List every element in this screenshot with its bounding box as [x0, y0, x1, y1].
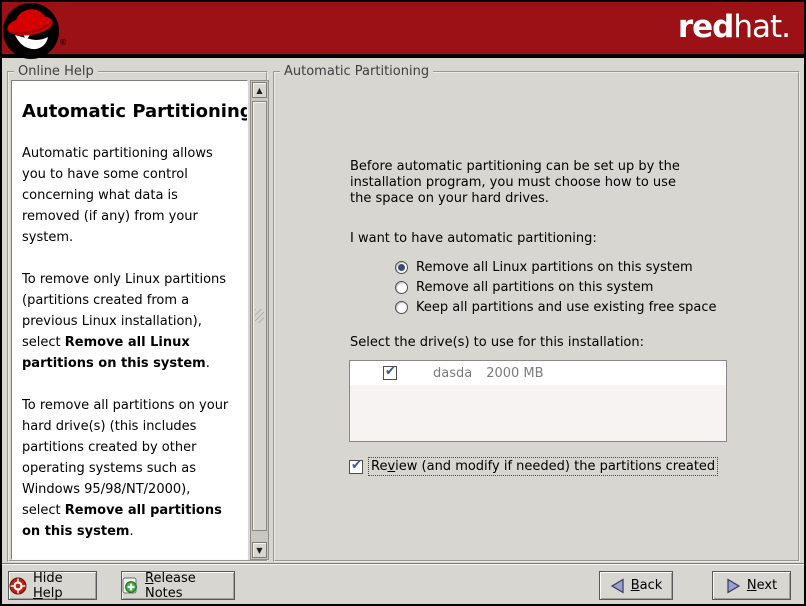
- back-button[interactable]: Back: [599, 571, 673, 600]
- radio-remove-all-partitions[interactable]: Remove all partitions on this system: [395, 279, 653, 295]
- automatic-partitioning-frame: Automatic Partitioning Before automatic …: [273, 71, 800, 562]
- radio-keep-all-partitions[interactable]: Keep all partitions and use existing fre…: [395, 299, 716, 315]
- brand-light: hat.: [733, 9, 790, 45]
- arrow-left-icon: [610, 578, 625, 594]
- scrollbar-thumb[interactable]: [252, 101, 267, 531]
- top-banner: redhat.: [2, 2, 804, 58]
- automatic-partitioning-frame-label: Automatic Partitioning: [280, 64, 433, 79]
- partitioning-prompt: I want to have automatic partitioning:: [350, 231, 597, 247]
- online-help-frame-label: Online Help: [14, 64, 98, 79]
- review-checkbox[interactable]: [349, 460, 363, 474]
- footer-bar: Hide Help Release Notes Back: [2, 563, 804, 604]
- redhat-wordmark: redhat.: [678, 9, 790, 45]
- arrow-right-icon: [726, 578, 741, 594]
- scroll-down-icon[interactable]: ▼: [252, 542, 267, 558]
- help-text-area: Automatic Partitioning Automatic partiti…: [11, 80, 248, 560]
- document-plus-icon: [122, 577, 139, 595]
- next-button[interactable]: Next: [712, 571, 791, 600]
- intro-text: Before automatic partitioning can be set…: [350, 159, 680, 207]
- review-partitions-option[interactable]: Review (and modify if needed) the partit…: [349, 457, 718, 476]
- radio-button-icon[interactable]: [395, 301, 408, 314]
- help-title: Automatic Partitioning: [22, 101, 237, 122]
- radio-button-icon[interactable]: [395, 281, 408, 294]
- hide-help-label: Hide Help: [33, 571, 96, 601]
- brand-bold: red: [678, 9, 734, 45]
- hide-help-button[interactable]: Hide Help: [8, 571, 97, 600]
- life-preserver-icon: [9, 577, 27, 595]
- help-scrollbar[interactable]: ▲ ▼: [250, 80, 269, 560]
- drive-size: 2000 MB: [486, 366, 543, 381]
- back-label: Back: [631, 578, 663, 593]
- installer-window: redhat. ® Online Help Automatic Partitio…: [0, 0, 806, 606]
- release-notes-label: Release Notes: [145, 571, 234, 601]
- help-paragraph-1: Automatic partitioning allows you to hav…: [22, 143, 237, 248]
- review-checkbox-label[interactable]: Review (and modify if needed) the partit…: [368, 457, 718, 476]
- drive-list[interactable]: dasda 2000 MB: [349, 360, 727, 442]
- help-paragraph-2: To remove only Linux partitions (partiti…: [22, 269, 237, 374]
- release-notes-button[interactable]: Release Notes: [121, 571, 235, 600]
- radio-remove-linux-partitions[interactable]: Remove all Linux partitions on this syst…: [395, 259, 693, 275]
- radio-button-icon[interactable]: [395, 261, 408, 274]
- drive-checkbox[interactable]: [383, 366, 397, 380]
- online-help-frame: Online Help Automatic Partitioning Autom…: [7, 71, 268, 562]
- drive-row-dasda[interactable]: dasda 2000 MB: [350, 361, 726, 385]
- next-label: Next: [747, 578, 777, 593]
- drives-label: Select the drive(s) to use for this inst…: [350, 335, 644, 351]
- scrollbar-grip: [255, 309, 264, 323]
- scroll-up-icon[interactable]: ▲: [252, 82, 267, 98]
- redhat-shadowman-icon: [2, 2, 60, 60]
- drive-name: dasda: [433, 366, 472, 381]
- registered-trademark: ®: [59, 38, 67, 47]
- help-paragraph-3: To remove all partitions on your hard dr…: [22, 395, 237, 542]
